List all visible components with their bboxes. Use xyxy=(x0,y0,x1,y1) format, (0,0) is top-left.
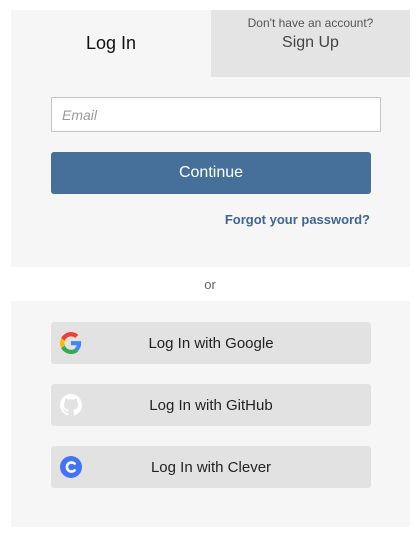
google-login-button[interactable]: Log In with Google xyxy=(51,322,371,364)
login-card: Log In Don't have an account? Sign Up Co… xyxy=(11,10,410,267)
sso-card: Log In with Google Log In with GitHub Lo… xyxy=(11,301,410,527)
continue-label: Continue xyxy=(178,164,244,181)
clever-login-label: Log In with Clever xyxy=(150,458,272,476)
or-divider: or xyxy=(204,277,216,292)
github-login-button[interactable]: Log In with GitHub xyxy=(51,384,371,426)
continue-button[interactable]: Continue xyxy=(51,152,371,194)
email-field[interactable] xyxy=(51,97,381,132)
clever-login-button[interactable]: Log In with Clever xyxy=(51,446,371,488)
forgot-password-link[interactable]: Forgot your password? xyxy=(225,212,370,227)
tab-login[interactable]: Log In xyxy=(11,10,211,77)
tab-login-label: Log In xyxy=(85,33,137,53)
auth-tabs: Log In Don't have an account? Sign Up xyxy=(11,10,410,77)
google-login-label: Log In with Google xyxy=(148,334,274,352)
tab-signup[interactable]: Don't have an account? Sign Up xyxy=(211,10,410,77)
signup-hint: Don't have an account? xyxy=(247,16,374,30)
tab-signup-label: Sign Up xyxy=(282,34,339,51)
github-login-label: Log In with GitHub xyxy=(149,396,273,414)
